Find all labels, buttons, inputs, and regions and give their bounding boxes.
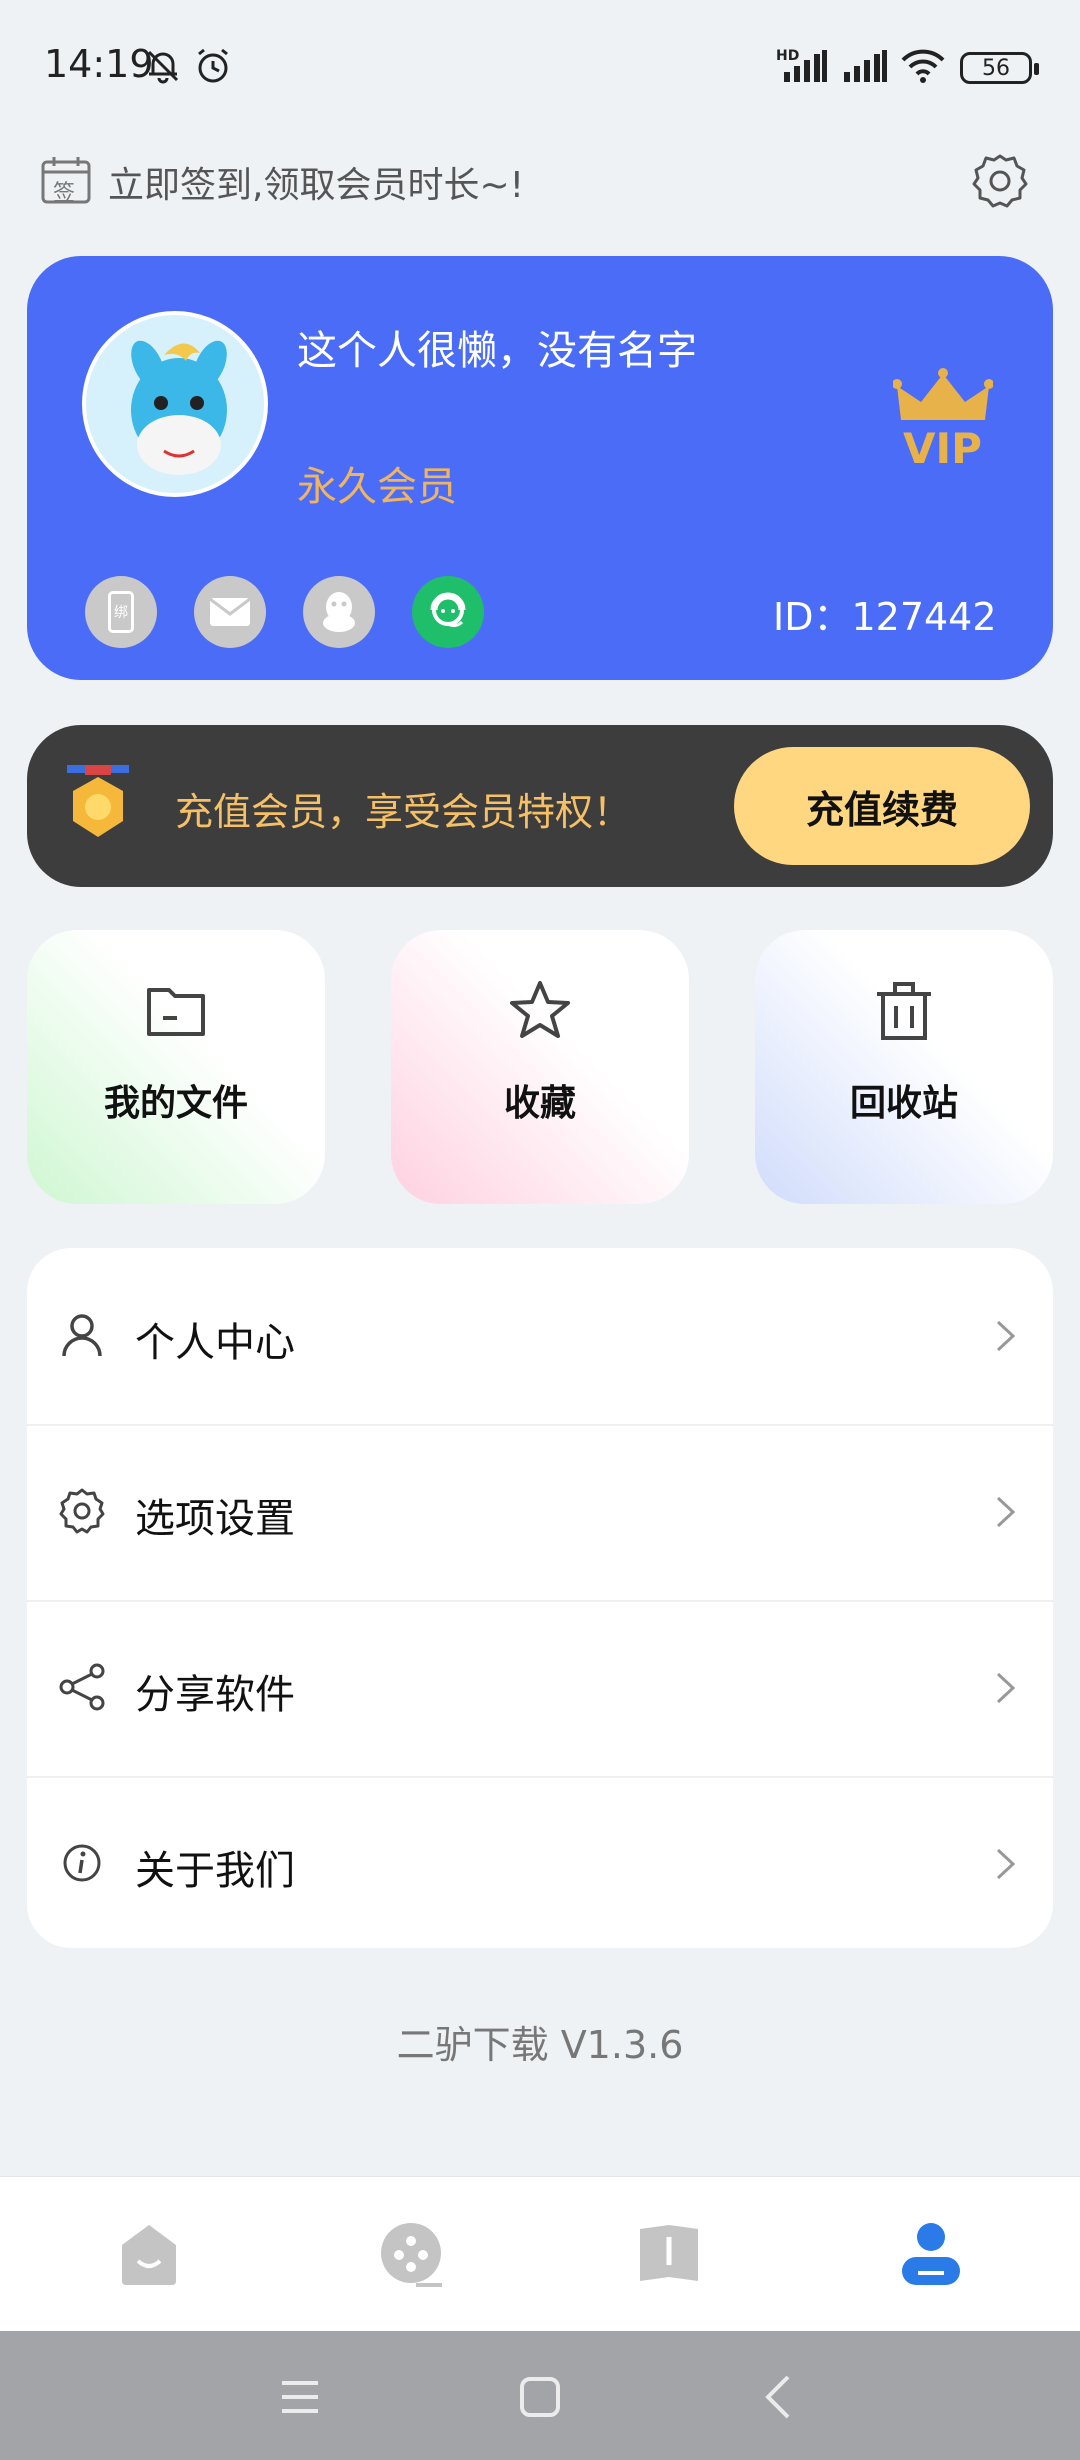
settings-icon — [57, 1486, 107, 1536]
chevron-right-icon — [993, 1842, 1019, 1886]
username: 这个人很懒，没有名字 — [297, 328, 697, 374]
signal-icon — [840, 44, 890, 88]
battery-level: 56 — [982, 55, 1010, 81]
person-icon — [57, 1310, 107, 1360]
menu-list: 个人中心 选项设置 分享软件 关于我们 — [27, 1248, 1053, 1948]
menu-item-label: 选项设置 — [135, 1496, 295, 1542]
alarm-icon — [190, 44, 236, 88]
signal-icon — [780, 44, 830, 88]
calendar-sign-icon: 签 — [40, 154, 92, 206]
info-icon — [57, 1838, 107, 1888]
phone-bind-icon[interactable]: 绑 — [85, 576, 157, 648]
settings-gear-icon[interactable] — [970, 150, 1030, 210]
battery-icon: 56 — [960, 52, 1039, 84]
tile-label: 我的文件 — [103, 1083, 248, 1124]
member-level: 永久会员 — [297, 464, 457, 510]
folder-icon — [143, 978, 209, 1044]
nav-library-icon[interactable] — [634, 2219, 704, 2289]
menu-item-about[interactable]: 关于我们 — [27, 1776, 1053, 1948]
avatar[interactable] — [82, 311, 268, 497]
signin-text[interactable]: 立即签到,领取会员时长~! — [108, 156, 524, 208]
tile-favorites[interactable]: 收藏 — [391, 930, 689, 1204]
donkey-avatar-icon — [131, 340, 227, 475]
status-time: 14:19 — [44, 42, 154, 86]
chevron-right-icon — [993, 1666, 1019, 1710]
qq-icon[interactable] — [303, 576, 375, 648]
menu-item-options[interactable]: 选项设置 — [27, 1424, 1053, 1600]
profile-card[interactable]: 这个人很懒，没有名字 永久会员 VIP 绑 ID：127442 — [27, 256, 1053, 680]
share-icon — [57, 1662, 107, 1712]
calendar-sign-label: 签 — [53, 181, 76, 206]
nav-profile-icon[interactable] — [896, 2219, 966, 2289]
nav-discover-icon[interactable] — [376, 2219, 446, 2289]
tile-recycle-bin[interactable]: 回收站 — [755, 930, 1053, 1204]
phone-bind-label: 绑 — [108, 591, 134, 633]
star-icon — [507, 978, 573, 1044]
tile-label: 收藏 — [503, 1083, 576, 1124]
tile-my-files[interactable]: 我的文件 — [27, 930, 325, 1204]
bind-icons: 绑 — [85, 576, 484, 648]
trash-icon — [871, 978, 937, 1044]
chevron-right-icon — [993, 1314, 1019, 1358]
bell-off-icon — [140, 44, 186, 88]
recharge-text: 充值会员，享受会员特权！ — [175, 790, 632, 834]
menu-item-label: 分享软件 — [135, 1672, 295, 1718]
status-bar: 14:19 HD 56 — [0, 0, 1080, 135]
menu-item-label: 个人中心 — [135, 1320, 295, 1366]
recharge-button[interactable]: 充值续费 — [734, 747, 1030, 865]
menu-item-personal-center[interactable]: 个人中心 — [27, 1248, 1053, 1424]
nav-home-icon[interactable] — [114, 2219, 184, 2289]
back-icon[interactable] — [750, 2367, 810, 2427]
menu-lines-icon[interactable] — [270, 2367, 330, 2427]
vip-text: VIP — [903, 424, 982, 473]
menu-item-label: 关于我们 — [135, 1848, 295, 1894]
vip-badge: VIP — [892, 368, 994, 478]
wechat-icon[interactable] — [412, 576, 484, 648]
user-id: ID：127442 — [773, 595, 997, 639]
wifi-icon — [898, 44, 948, 88]
email-icon[interactable] — [194, 576, 266, 648]
tile-label: 回收站 — [849, 1083, 958, 1124]
home-square-icon[interactable] — [510, 2367, 570, 2427]
chevron-right-icon — [993, 1490, 1019, 1534]
system-nav-bar — [0, 2331, 1080, 2460]
bottom-nav — [0, 2176, 1080, 2331]
medal-icon — [63, 765, 133, 845]
recharge-banner[interactable]: 充值会员，享受会员特权！ 充值续费 — [27, 725, 1053, 887]
app-version: 二驴下载 V1.3.6 — [396, 2023, 684, 2067]
crown-icon — [892, 368, 994, 420]
signin-row[interactable]: 签 立即签到,领取会员时长~! — [40, 150, 1040, 210]
menu-item-share[interactable]: 分享软件 — [27, 1600, 1053, 1776]
